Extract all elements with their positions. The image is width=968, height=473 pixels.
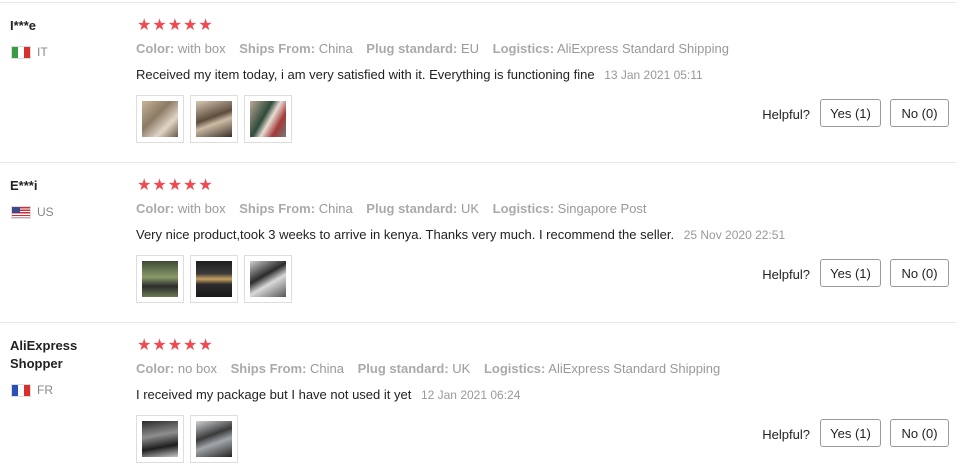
review-photo-thumbnail[interactable] [136, 95, 184, 143]
prop-color: Color: no box [136, 361, 217, 376]
reviewer-country: FR [11, 383, 53, 397]
country-code: IT [37, 45, 48, 59]
country-code: FR [37, 383, 53, 397]
prop-plug: Plug standard: UK [366, 201, 479, 216]
product-properties: Color: with box Ships From: China Plug s… [136, 41, 739, 56]
helpful-no-button[interactable]: No (0) [890, 419, 949, 447]
helpful-label: Helpful? [762, 427, 810, 442]
review-body: I received my package but I have not use… [136, 387, 412, 402]
helpful-no-button[interactable]: No (0) [890, 259, 949, 287]
prop-plug: Plug standard: EU [366, 41, 479, 56]
review-text: I received my package but I have not use… [136, 387, 520, 402]
product-properties: Color: no box Ships From: China Plug sta… [136, 361, 730, 376]
review-photo-thumbnail[interactable] [244, 255, 292, 303]
review-text: Received my item today, i am very satisf… [136, 67, 703, 82]
review-date: 12 Jan 2021 06:24 [420, 388, 521, 402]
helpful-label: Helpful? [762, 267, 810, 282]
reviewer-country: US [11, 205, 54, 219]
review-photos [136, 415, 238, 463]
prop-ships-from: Ships From: China [230, 361, 345, 376]
review-photo-thumbnail[interactable] [190, 255, 238, 303]
review-photo-thumbnail[interactable] [190, 95, 238, 143]
helpful-label: Helpful? [762, 107, 810, 122]
review-photo-thumbnail[interactable] [136, 415, 184, 463]
prop-logistics: Logistics: AliExpress Standard Shipping [483, 361, 721, 376]
prop-ships-from: Ships From: China [239, 201, 353, 216]
prop-logistics: Logistics: Singapore Post [492, 201, 647, 216]
review-body: Received my item today, i am very satisf… [136, 67, 595, 82]
helpful-no-button[interactable]: No (0) [890, 99, 949, 127]
review-date: 13 Jan 2021 05:11 [604, 68, 703, 82]
reviewer-name: I***e [10, 18, 37, 33]
review-item: I***e IT ★★★★★ Color: with box Ships Fro… [0, 2, 956, 163]
us-flag-icon [11, 205, 31, 219]
review-photo-thumbnail[interactable] [136, 255, 184, 303]
star-rating: ★★★★★ [137, 177, 214, 194]
product-properties: Color: with box Ships From: China Plug s… [136, 201, 657, 216]
star-rating: ★★★★★ [137, 337, 214, 354]
prop-color: Color: with box [136, 41, 226, 56]
country-code: US [37, 205, 54, 219]
review-photo-thumbnail[interactable] [244, 95, 292, 143]
helpful-yes-button[interactable]: Yes (1) [820, 419, 881, 447]
review-photos [136, 255, 292, 303]
review-item: E***i US ★★★★★ Color: with box Ships Fro… [0, 162, 956, 323]
review-photos [136, 95, 292, 143]
helpful-yes-button[interactable]: Yes (1) [820, 259, 881, 287]
italy-flag-icon [11, 45, 31, 59]
review-body: Very nice product,took 3 weeks to arrive… [136, 227, 675, 242]
review-text: Very nice product,took 3 weeks to arrive… [136, 227, 785, 242]
prop-color: Color: with box [136, 201, 226, 216]
prop-plug: Plug standard: UK [357, 361, 471, 376]
review-photo-thumbnail[interactable] [190, 415, 238, 463]
prop-logistics: Logistics: AliExpress Standard Shipping [492, 41, 729, 56]
france-flag-icon [11, 383, 31, 397]
prop-ships-from: Ships From: China [239, 41, 353, 56]
review-date: 25 Nov 2020 22:51 [683, 228, 786, 242]
reviewer-name: E***i [10, 178, 38, 193]
reviewer-country: IT [11, 45, 48, 59]
helpful-yes-button[interactable]: Yes (1) [820, 99, 881, 127]
reviewer-name: AliExpress Shopper [10, 338, 78, 371]
star-rating: ★★★★★ [137, 17, 214, 34]
review-item: AliExpress Shopper FR ★★★★★ Color: no bo… [0, 322, 956, 473]
